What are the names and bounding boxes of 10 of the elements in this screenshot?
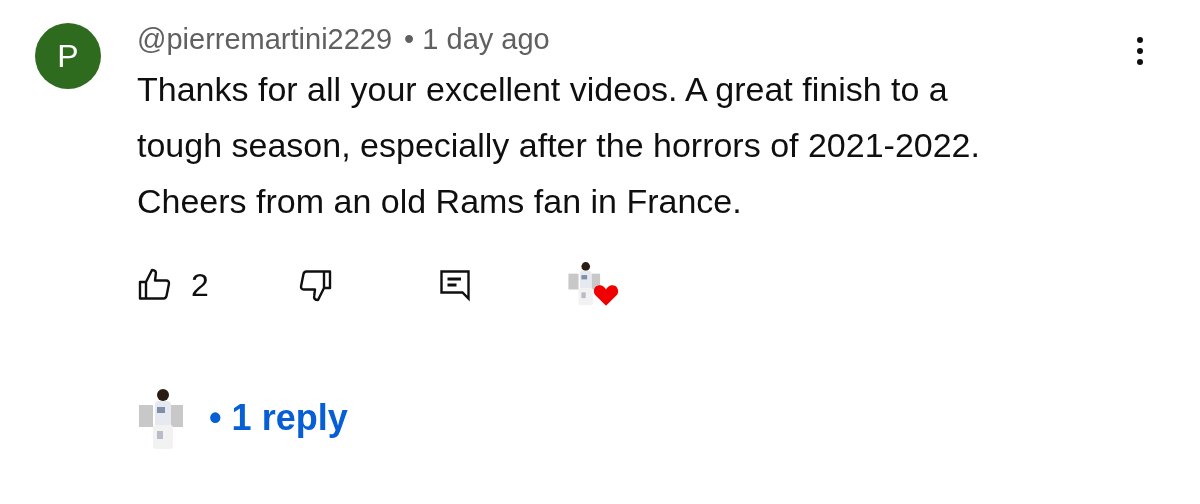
thumbs-down-icon [297, 267, 333, 303]
avatar[interactable]: P [35, 23, 101, 89]
replies-link[interactable]: • 1 reply [209, 397, 348, 439]
comment-text: Thanks for all your excellent videos. A great finish to a tough season, especially after the horrors of 2021-2022. Cheers from an old Rams fan in France. [137, 69, 981, 222]
author-name[interactable]: @pierremartini2229 [137, 23, 393, 55]
like-button[interactable]: 2 [137, 266, 297, 304]
more-icon [1136, 36, 1144, 66]
timestamp: • 1 day ago [404, 23, 550, 55]
comment-icon [437, 267, 473, 303]
thumbs-up-icon [137, 267, 173, 303]
